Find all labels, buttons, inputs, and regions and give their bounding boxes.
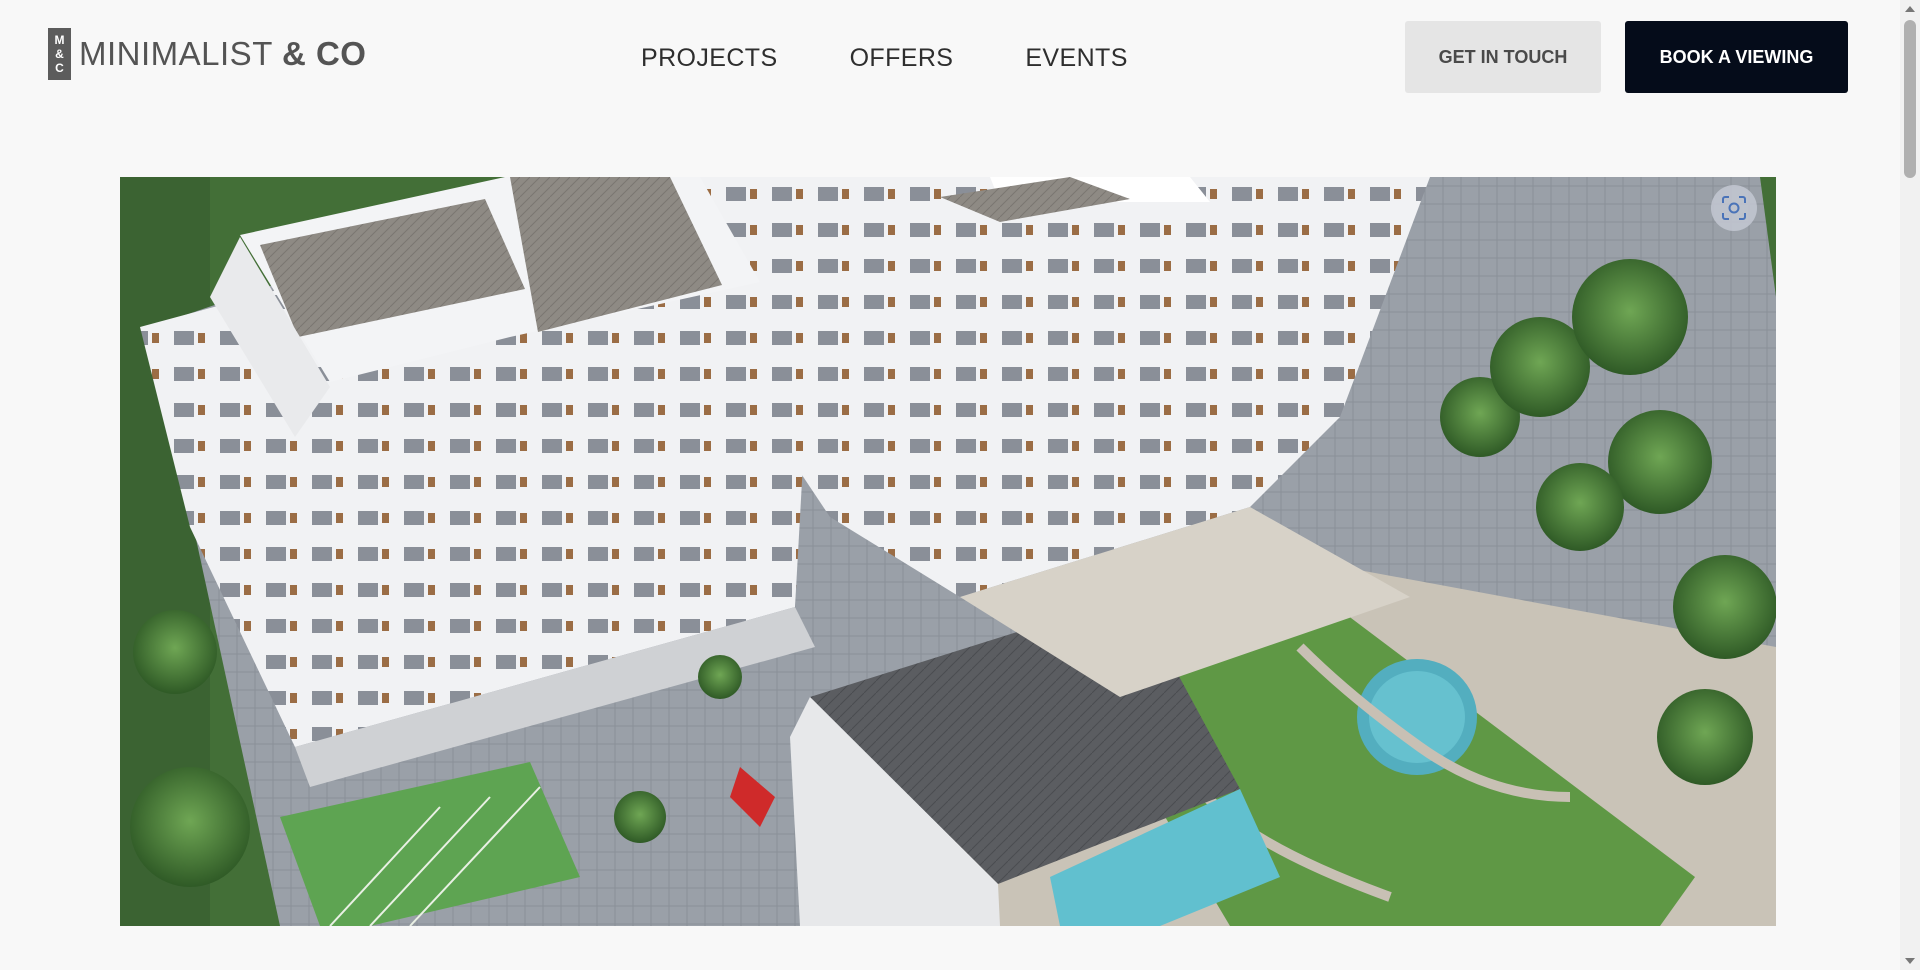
scroll-thumb[interactable] <box>1904 20 1916 178</box>
visual-search-button[interactable] <box>1711 185 1757 231</box>
visual-search-icon <box>1721 195 1747 221</box>
book-viewing-button[interactable]: BOOK A VIEWING <box>1625 21 1848 93</box>
logo-mark-c: C <box>55 61 64 75</box>
nav-offers[interactable]: OFFERS <box>850 44 954 73</box>
scroll-down-icon[interactable] <box>1905 958 1915 964</box>
aerial-building-render <box>120 177 1776 926</box>
page-scrollbar[interactable] <box>1900 0 1920 970</box>
get-in-touch-button[interactable]: GET IN TOUCH <box>1405 21 1601 93</box>
brand-name-bold: & CO <box>281 35 367 72</box>
hero-aerial-image <box>120 177 1776 926</box>
nav-projects[interactable]: PROJECTS <box>641 44 778 73</box>
nav-events[interactable]: EVENTS <box>1025 44 1127 73</box>
logo-mark: M & C <box>48 28 71 80</box>
brand-name-light: MINIMALIST <box>79 35 273 72</box>
logo-mark-m: M <box>54 33 65 47</box>
main-navigation: PROJECTS OFFERS EVENTS <box>641 44 1200 73</box>
logo-mark-ampersand: & <box>55 47 64 61</box>
brand-name: MINIMALIST & CO <box>79 35 366 73</box>
brand-logo[interactable]: M & C MINIMALIST & CO <box>48 28 366 80</box>
scroll-up-icon[interactable] <box>1905 6 1915 12</box>
site-header: M & C MINIMALIST & CO PROJECTS OFFERS EV… <box>0 0 1900 115</box>
